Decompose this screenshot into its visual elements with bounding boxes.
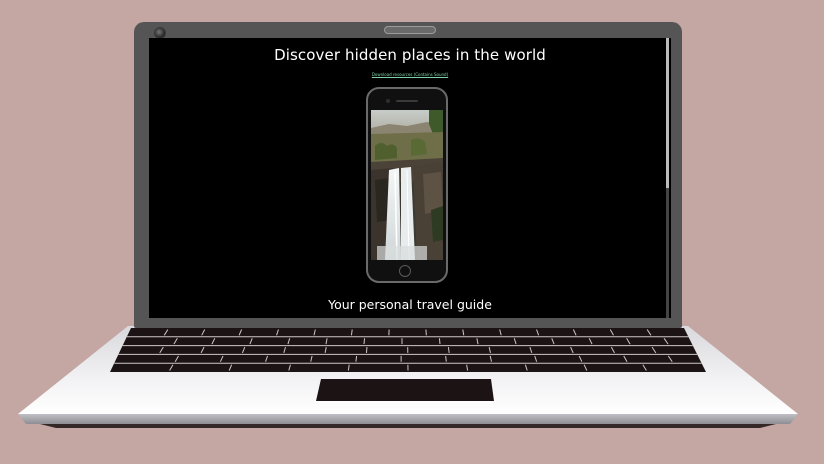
phone-mockup bbox=[366, 87, 448, 283]
laptop-screen: Discover hidden places in the world Down… bbox=[149, 38, 671, 318]
waterfall-image bbox=[371, 110, 443, 260]
phone-speaker bbox=[396, 100, 418, 102]
phone-screen-video[interactable] bbox=[371, 110, 443, 260]
keyboard-key-divider bbox=[355, 355, 358, 362]
phone-home-button bbox=[399, 265, 411, 277]
keyboard bbox=[110, 328, 706, 372]
lid-notch bbox=[384, 26, 436, 34]
scrollbar-thumb[interactable] bbox=[666, 38, 669, 188]
trackpad bbox=[315, 379, 494, 403]
keyboard-key-divider bbox=[447, 347, 450, 353]
download-resources-link[interactable]: Download resources (Contains Sound) bbox=[149, 72, 671, 77]
page-title: Discover hidden places in the world bbox=[274, 46, 546, 64]
keyboard-key-divider bbox=[365, 347, 368, 353]
keyboard-key-divider bbox=[445, 355, 447, 362]
phone-camera bbox=[386, 99, 390, 103]
keyboard-key-divider bbox=[363, 338, 366, 345]
keyboard-key-divider bbox=[438, 338, 441, 345]
page-subtitle: Your personal travel guide bbox=[328, 297, 492, 312]
